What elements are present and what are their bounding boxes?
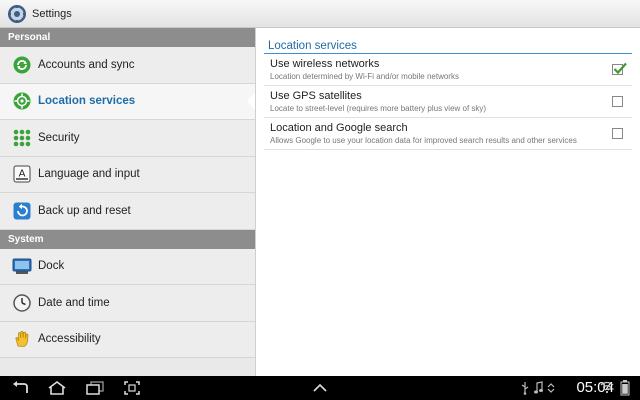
sidebar-item-location-services[interactable]: Location services: [0, 83, 255, 120]
pref-use-gps-satellites[interactable]: Use GPS satellites Locate to street-leve…: [264, 86, 632, 118]
sidebar-item-label: Accessibility: [38, 333, 101, 346]
pref-text: Use GPS satellites Locate to street-leve…: [270, 90, 486, 114]
app-title: Settings: [32, 7, 72, 20]
sidebar-item-label: Back up and reset: [38, 204, 131, 217]
wifi-icon: [600, 380, 614, 399]
hand-icon: [12, 329, 32, 349]
sidebar-item-date-and-time[interactable]: Date and time: [0, 285, 255, 322]
sidebar-item-accounts-and-sync[interactable]: Accounts and sync: [0, 47, 255, 84]
section-header-personal: Personal: [0, 28, 255, 47]
sidebar-item-security[interactable]: Security: [0, 120, 255, 157]
pref-title: Use GPS satellites: [270, 89, 362, 102]
pref-summary: Location determined by Wi-Fi and/or mobi…: [270, 71, 459, 81]
screenshot-icon[interactable]: [122, 379, 142, 397]
backup-reset-icon: [12, 201, 32, 221]
sidebar-item-accessibility[interactable]: Accessibility: [0, 321, 255, 358]
security-grid-icon: [12, 128, 32, 148]
pref-use-wireless-networks[interactable]: Use wireless networks Location determine…: [264, 54, 632, 86]
checkmark-icon: [613, 62, 627, 75]
pref-title: Location and Google search: [270, 121, 408, 134]
selection-indicator: [247, 91, 255, 112]
pref-location-and-google-search[interactable]: Location and Google search Allows Google…: [264, 118, 632, 150]
pref-summary: Allows Google to use your location data …: [270, 135, 577, 145]
pref-summary: Locate to street-level (requires more ba…: [270, 103, 487, 113]
sidebar-item-back-up-and-reset[interactable]: Back up and reset: [0, 193, 255, 230]
settings-sidebar: Personal Accounts and sync Location serv…: [0, 28, 256, 376]
keyboard-a-icon: A: [12, 164, 32, 184]
title-bar: Settings: [0, 0, 640, 28]
google-search-checkbox[interactable]: [612, 128, 623, 139]
system-navigation-bar: 05:04: [0, 376, 640, 400]
back-icon[interactable]: [10, 379, 32, 397]
pref-text: Use wireless networks Location determine…: [270, 58, 459, 82]
dock-icon: [12, 256, 32, 276]
wireless-networks-checkbox[interactable]: [612, 62, 627, 75]
sidebar-item-label: Dock: [38, 260, 65, 273]
svg-text:A: A: [19, 169, 26, 180]
sidebar-item-label: Security: [38, 131, 80, 144]
recent-apps-icon[interactable]: [84, 379, 106, 397]
section-header-system: System: [0, 229, 255, 249]
battery-icon: [620, 380, 630, 400]
sidebar-item-language-and-input[interactable]: A Language and input: [0, 156, 255, 193]
usb-icon: [520, 381, 530, 400]
gps-satellites-checkbox[interactable]: [612, 96, 623, 107]
up-chevron-icon[interactable]: [310, 379, 330, 397]
clock-icon: [12, 293, 32, 313]
pref-title: Use wireless networks: [270, 57, 380, 70]
sync-status-icon: [546, 381, 556, 400]
pref-text: Location and Google search Allows Google…: [270, 122, 577, 146]
sidebar-item-label: Accounts and sync: [38, 58, 135, 71]
sync-icon: [12, 55, 32, 75]
music-icon: [533, 381, 543, 400]
sidebar-item-label: Location services: [38, 95, 136, 108]
settings-gear-icon: [7, 4, 27, 24]
home-icon[interactable]: [46, 379, 68, 397]
sidebar-item-label: Date and time: [38, 296, 110, 309]
sidebar-item-label: Language and input: [38, 168, 140, 181]
location-target-icon: [12, 91, 32, 111]
location-services-panel: Location services Use wireless networks …: [256, 28, 640, 376]
sidebar-item-dock[interactable]: Dock: [0, 248, 255, 285]
